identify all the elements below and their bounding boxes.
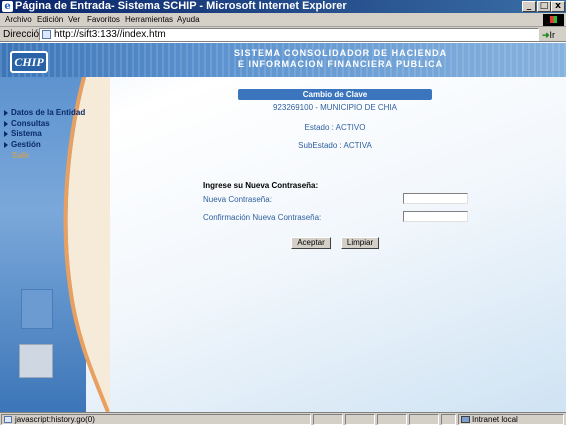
page-content: CHIP SISTEMA CONSOLIDADOR DE HACIENDA E … [0,43,566,412]
internet-explorer-icon: e [2,1,13,12]
arrow-icon [4,141,8,148]
status-pane [313,414,343,425]
header-title-line2: E INFORMACION FINANCIERA PUBLICA [238,59,444,69]
menu-ver[interactable]: Ver [68,14,80,26]
status-bar: javascript:history.go(0) Intranet local [0,412,566,425]
page-icon [42,30,51,39]
password-prompt: Ingrese su Nueva Contraseña: [203,181,319,190]
menu-archivo[interactable]: Archivo [5,14,32,26]
windows-logo-icon [543,14,564,26]
accept-button[interactable]: Aceptar [291,237,331,249]
address-url: http://sift3:133//index.htm [54,29,166,40]
nav-datos-entidad[interactable]: Datos de la Entidad [4,108,85,118]
clear-button[interactable]: Limpiar [341,237,379,249]
zone-indicator: Intranet local [458,414,564,425]
subestado-text: SubEstado : ACTIVA [298,141,372,150]
minimize-button[interactable]: _ [522,1,536,12]
address-bar: Dirección http://sift3:133//index.htm ▼ … [0,27,566,42]
menu-favoritos[interactable]: Favoritos [87,14,120,26]
arrow-icon [4,120,8,127]
address-input[interactable]: http://sift3:133//index.htm ▼ [39,28,539,41]
window-title: Página de Entrada- Sistema SCHIP - Micro… [15,0,347,12]
chip-logo: CHIP [10,51,48,73]
arrow-icon [4,109,8,116]
decorative-square [21,289,53,329]
page-header: CHIP SISTEMA CONSOLIDADOR DE HACIENDA E … [0,43,566,77]
menu-ayuda[interactable]: Ayuda [177,14,200,26]
page-icon [4,416,12,423]
nav-sistema[interactable]: Sistema [4,129,42,139]
intranet-icon [461,416,470,423]
nav-gestion[interactable]: Gestión [4,140,41,150]
arrow-icon [4,130,8,137]
status-pane [377,414,407,425]
status-pane [441,414,456,425]
confirm-password-label: Confirmación Nueva Contraseña: [203,213,322,222]
confirm-password-field[interactable] [403,211,468,222]
box-title: Cambio de Clave [238,89,432,100]
header-title-line1: SISTEMA CONSOLIDADOR DE HACIENDA [234,48,448,58]
maximize-button[interactable]: □ [537,1,551,12]
nav-consultas[interactable]: Consultas [4,119,50,129]
go-label: Ir [549,30,556,40]
entity-name: 923269100 - MUNICIPIO DE CHIA [272,103,398,112]
menu-herramientas[interactable]: Herramientas [125,14,173,26]
nav-salir[interactable]: Salir [12,151,29,161]
close-button[interactable]: x [551,1,565,12]
new-password-field[interactable] [403,193,468,204]
status-text: javascript:history.go(0) [1,414,311,425]
status-pane [345,414,375,425]
menu-bar: Archivo Edición Ver Favoritos Herramient… [0,13,566,27]
decorative-square [19,344,53,378]
go-arrow-icon: ➜ [542,30,550,40]
new-password-label: Nueva Contraseña: [203,195,272,204]
estado-text: Estado : ACTIVO [304,123,366,132]
title-bar: e Página de Entrada- Sistema SCHIP - Mic… [0,0,566,13]
status-pane [409,414,439,425]
go-button[interactable]: ➜Ir [542,29,564,41]
menu-edicion[interactable]: Edición [37,14,63,26]
